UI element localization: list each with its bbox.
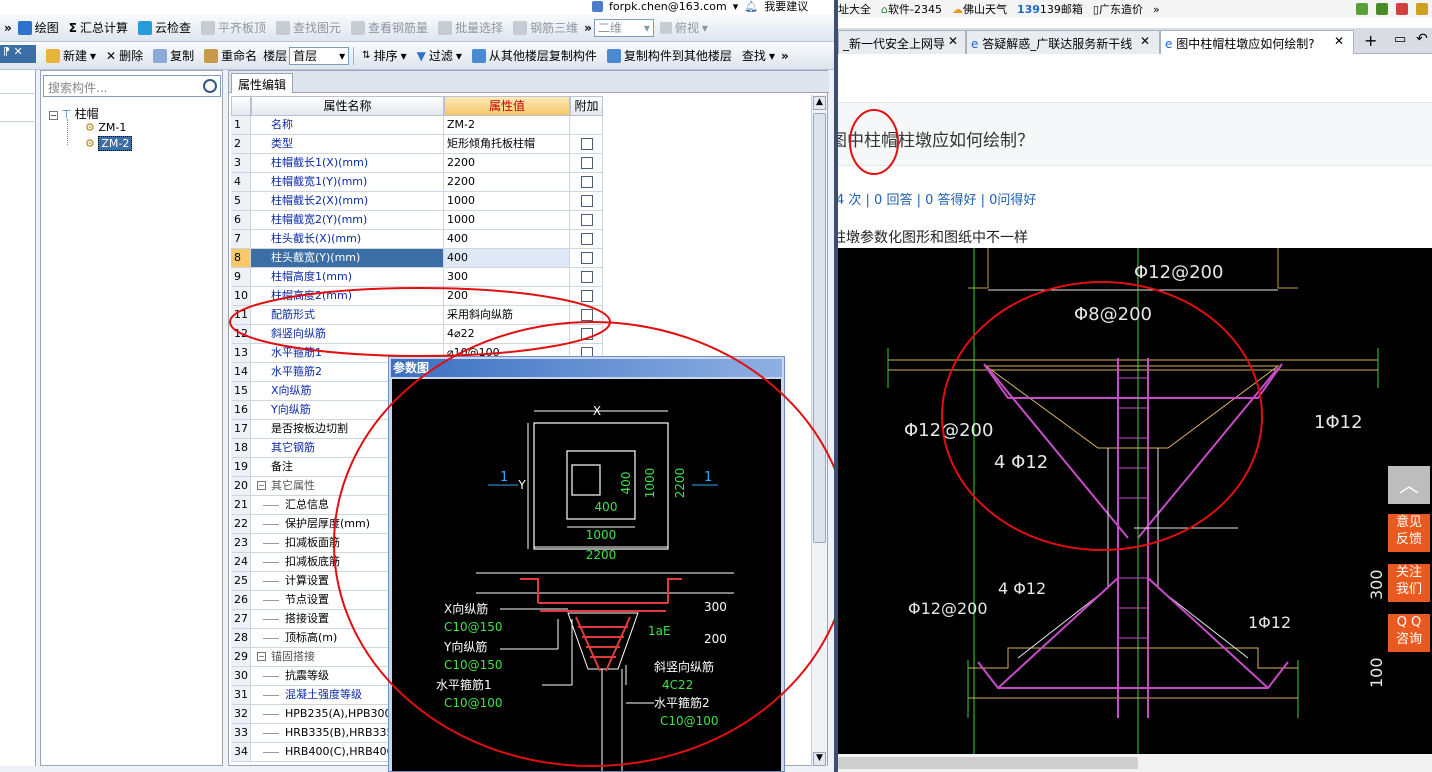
annotation-overlay <box>229 287 834 767</box>
browser-annotation-overlay <box>849 109 1263 551</box>
